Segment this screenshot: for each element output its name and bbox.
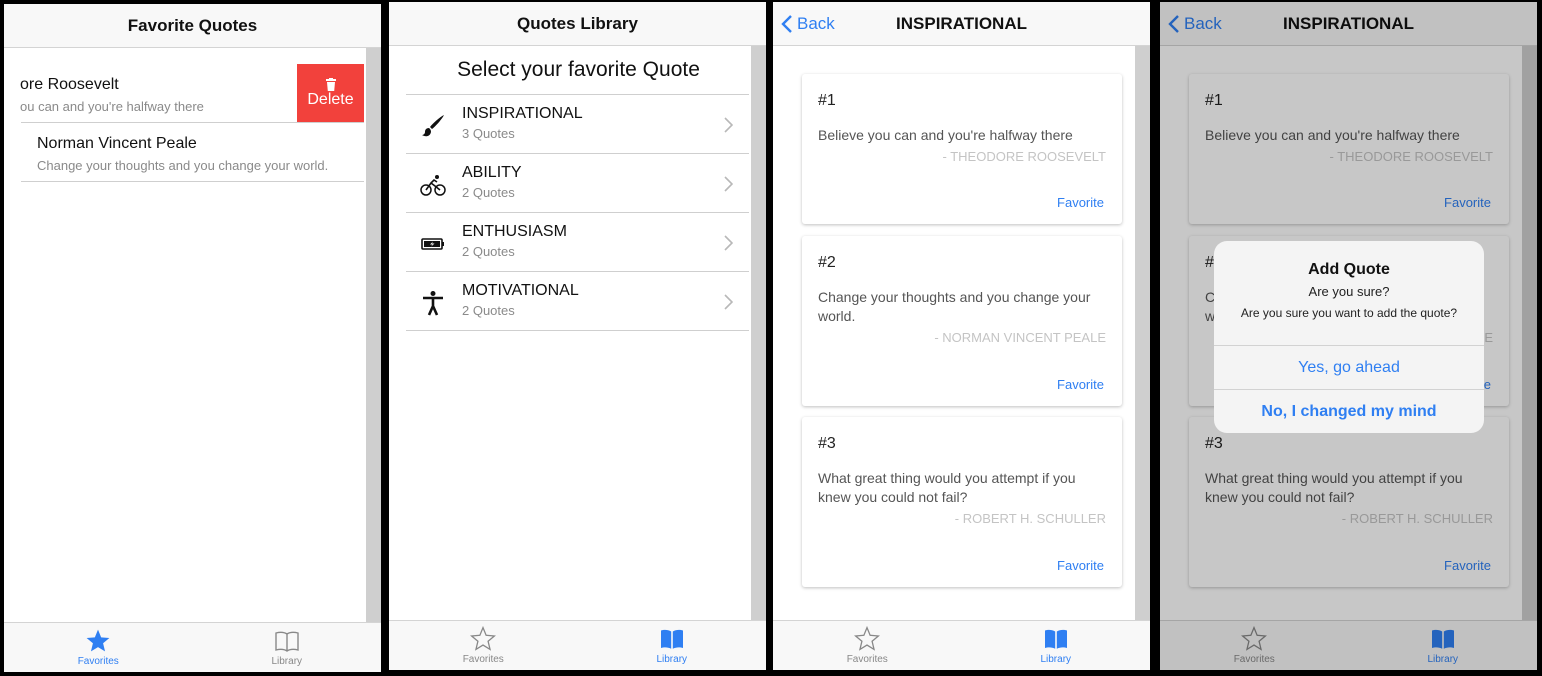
- favorite-button[interactable]: Favorite: [1057, 558, 1104, 573]
- category-count: 2 Quotes: [462, 185, 515, 200]
- battery-charging-icon: [421, 238, 444, 250]
- tab-library[interactable]: Library: [578, 621, 767, 670]
- page-title: Quotes Library: [517, 13, 638, 33]
- book-outline-icon: [275, 631, 299, 652]
- category-name: ENTHUSIASM: [462, 223, 567, 240]
- favorites-screen: Favorite Quotes ore Roosevelt ou can and…: [4, 4, 381, 672]
- scrollbar[interactable]: [1135, 46, 1150, 620]
- tab-favorites[interactable]: Favorites: [4, 623, 193, 672]
- category-name: ABILITY: [462, 164, 522, 181]
- chevron-right-icon: [724, 294, 733, 310]
- back-button[interactable]: Back: [781, 2, 835, 46]
- category-item-inspirational[interactable]: INSPIRATIONAL 3 Quotes: [406, 95, 749, 154]
- book-filled-icon: [1044, 629, 1067, 649]
- quote-text: Believe you can and you're halfway there: [818, 127, 1073, 143]
- accessibility-person-icon: [423, 291, 443, 316]
- category-list: INSPIRATIONAL 3 Quotes ABILITY 2 Quotes …: [406, 94, 749, 331]
- category-item-ability[interactable]: ABILITY 2 Quotes: [406, 154, 749, 213]
- tab-bar: Favorites Library: [389, 620, 766, 670]
- nav-header: Back INSPIRATIONAL: [773, 2, 1150, 46]
- page-title: INSPIRATIONAL: [896, 13, 1027, 33]
- quote-text: Change your thoughts and you change your…: [37, 158, 329, 173]
- cancel-button[interactable]: No, I changed my mind: [1214, 389, 1484, 433]
- category-name: MOTIVATIONAL: [462, 282, 579, 299]
- category-screen-alert: Back INSPIRATIONAL #1 Believe you can an…: [1160, 2, 1537, 670]
- favorite-button[interactable]: Favorite: [1057, 377, 1104, 392]
- category-item-motivational[interactable]: MOTIVATIONAL 2 Quotes: [406, 272, 749, 331]
- scrollbar[interactable]: [751, 46, 766, 620]
- favorite-button[interactable]: Favorite: [1057, 195, 1104, 210]
- paintbrush-icon: [422, 115, 444, 137]
- tab-library[interactable]: Library: [193, 623, 382, 672]
- dialog-title: Add Quote: [1308, 261, 1390, 278]
- dialog-subtitle: Are you sure?: [1308, 284, 1390, 299]
- page-title: Favorite Quotes: [127, 15, 258, 35]
- tab-favorites[interactable]: Favorites: [389, 621, 578, 670]
- quote-author: ore Roosevelt: [20, 76, 119, 93]
- category-screen: Back INSPIRATIONAL #1 Believe you can an…: [773, 2, 1150, 670]
- delete-label: Delete: [307, 90, 354, 108]
- dialog-message: Are you sure you want to add the quote?: [1240, 306, 1458, 320]
- category-count: 3 Quotes: [462, 126, 515, 141]
- tab-label: Library: [656, 654, 688, 665]
- scrollbar[interactable]: [366, 48, 381, 622]
- library-heading: Select your favorite Quote: [457, 58, 700, 81]
- star-outline-icon: [854, 626, 881, 651]
- nav-header: Quotes Library: [389, 2, 766, 46]
- list-item[interactable]: Norman Vincent Peale Change your thought…: [21, 123, 364, 182]
- back-label: Back: [797, 14, 835, 33]
- quote-card: #3 What great thing would you attempt if…: [802, 417, 1122, 587]
- tab-favorites[interactable]: Favorites: [773, 621, 962, 670]
- nav-header: Favorite Quotes: [4, 4, 381, 48]
- trash-icon: [325, 77, 336, 91]
- quote-author: Norman Vincent Peale: [37, 135, 197, 152]
- quote-author: - THEODORE ROOSEVELT: [942, 149, 1107, 164]
- list-item[interactable]: ore Roosevelt ou can and you're halfway …: [4, 64, 297, 123]
- star-filled-icon: [86, 629, 110, 652]
- quote-number: #1: [818, 92, 836, 109]
- chevron-right-icon: [724, 117, 733, 133]
- book-filled-icon: [660, 629, 683, 649]
- quote-number: #2: [818, 254, 836, 271]
- category-count: 2 Quotes: [462, 303, 515, 318]
- bicycle-icon: [420, 175, 446, 196]
- quote-card: #2 Change your thoughts and you change y…: [802, 236, 1122, 406]
- confirm-button[interactable]: Yes, go ahead: [1214, 345, 1484, 389]
- category-count: 2 Quotes: [462, 244, 515, 259]
- library-screen: Quotes Library Select your favorite Quot…: [389, 2, 766, 670]
- chevron-right-icon: [724, 235, 733, 251]
- tab-label: Favorites: [846, 654, 888, 665]
- quote-text: Change your thoughts and you change your…: [818, 289, 1091, 324]
- star-outline-icon: [470, 626, 497, 651]
- delete-button[interactable]: Delete: [297, 64, 364, 122]
- tab-bar: Favorites Library: [4, 622, 381, 672]
- quote-number: #3: [818, 435, 836, 452]
- quote-author: - NORMAN VINCENT PEALE: [934, 330, 1106, 345]
- chevron-left-icon: [781, 15, 792, 33]
- tab-bar: Favorites Library: [773, 620, 1150, 670]
- tab-label: Library: [271, 656, 303, 667]
- chevron-right-icon: [724, 176, 733, 192]
- category-item-enthusiasm[interactable]: ENTHUSIASM 2 Quotes: [406, 213, 749, 272]
- confirm-dialog: Add Quote Are you sure? Are you sure you…: [1214, 241, 1484, 433]
- quote-card: #1 Believe you can and you're halfway th…: [802, 74, 1122, 224]
- tab-library[interactable]: Library: [962, 621, 1151, 670]
- tab-label: Library: [1040, 654, 1072, 665]
- quote-text: What great thing would you attempt if yo…: [818, 470, 1076, 505]
- quote-author: - ROBERT H. SCHULLER: [954, 511, 1106, 526]
- category-name: INSPIRATIONAL: [462, 105, 583, 122]
- tab-label: Favorites: [462, 654, 504, 665]
- quote-text: ou can and you're halfway there: [20, 99, 204, 114]
- tab-label: Favorites: [77, 656, 119, 667]
